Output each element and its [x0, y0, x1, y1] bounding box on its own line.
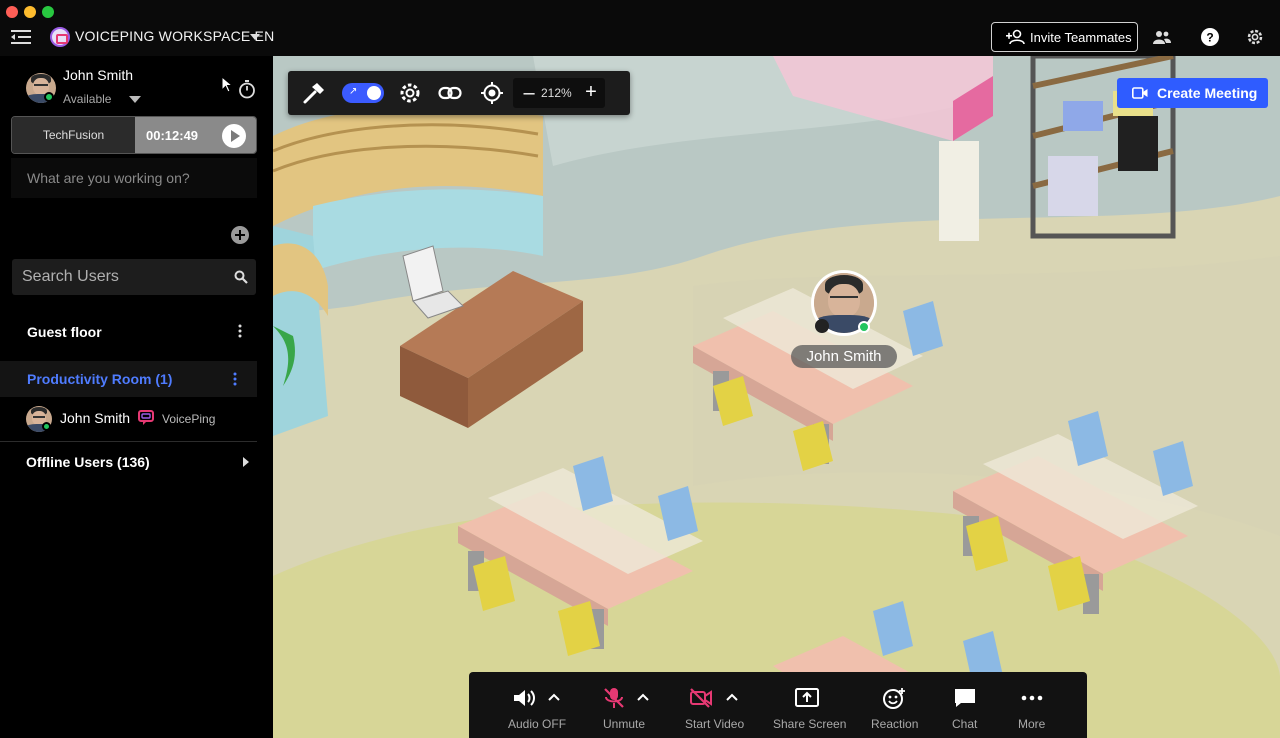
unmute-label: Unmute [603, 717, 646, 731]
time-tracker: TechFusion 00:12:49 [11, 116, 257, 154]
share-screen-icon [795, 688, 819, 707]
more-icon [1021, 695, 1043, 701]
working-on-input[interactable] [11, 158, 257, 198]
svg-text:?: ? [1206, 31, 1213, 45]
reaction-button[interactable]: Reaction [864, 672, 924, 738]
workspace-logo-icon [50, 27, 70, 47]
search-users-box [12, 259, 256, 295]
invite-teammates-label: Invite Teammates [1030, 29, 1132, 45]
offline-chevron-right-icon[interactable] [243, 457, 249, 467]
window-minimize-button[interactable] [24, 6, 36, 18]
chat-icon [955, 689, 975, 707]
user-status[interactable]: Available [63, 92, 111, 106]
workspace-title[interactable]: VOICEPING WORKSPACE EN [75, 28, 274, 44]
emoji-add-icon [883, 688, 905, 709]
top-bar: VOICEPING WORKSPACE EN Invite Teammates … [0, 0, 1280, 56]
zoom-out-button[interactable]: – [521, 82, 537, 105]
invite-teammates-button[interactable]: Invite Teammates [991, 22, 1138, 52]
map-toolbar: ↗ – 212% + [288, 71, 630, 115]
zoom-in-button[interactable]: + [583, 81, 599, 104]
video-camera-icon [1132, 87, 1148, 99]
status-chevron-down-icon[interactable] [129, 96, 141, 103]
office-floor-illustration [273, 56, 1280, 738]
mic-chevron-up-icon[interactable] [637, 693, 649, 701]
productivity-room-label: Productivity Room (1) [27, 371, 173, 387]
start-video-button[interactable]: Start Video [679, 672, 759, 738]
zoom-control: – 212% + [513, 78, 605, 108]
audio-chevron-up-icon[interactable] [548, 693, 560, 701]
settings-icon[interactable] [1245, 27, 1265, 47]
sidebar-divider [0, 441, 257, 442]
sidebar: John Smith Available TechFusion 00:12:49… [0, 56, 273, 738]
search-icon[interactable] [234, 270, 248, 284]
reaction-label: Reaction [871, 717, 919, 731]
timer-elapsed: 00:12:49 [146, 127, 199, 143]
map-user-name: John Smith [791, 345, 897, 368]
menu-icon[interactable] [10, 28, 32, 46]
status-available-icon [44, 92, 54, 102]
people-icon[interactable] [1152, 27, 1172, 47]
search-users-input[interactable] [22, 259, 222, 295]
unmute-button[interactable]: Unmute [594, 672, 664, 738]
mouse-pointer-icon [221, 76, 234, 93]
guest-floor-more-icon[interactable] [238, 324, 242, 338]
room-member-app: VoicePing [162, 412, 216, 426]
share-screen-label: Share Screen [773, 717, 847, 731]
move-icon: ↗ [349, 86, 358, 97]
timer-display: 00:12:49 [135, 117, 256, 153]
create-meeting-label: Create Meeting [1157, 85, 1258, 101]
workspace-chevron-down-icon[interactable] [250, 34, 260, 40]
more-label: More [1018, 717, 1046, 731]
share-screen-button[interactable]: Share Screen [769, 672, 849, 738]
meeting-controls: Audio OFF Unmute Start Video Share Scree… [469, 672, 1087, 738]
window-maximize-button[interactable] [42, 6, 54, 18]
member-status-icon [42, 422, 51, 431]
hammer-icon[interactable] [302, 81, 326, 105]
edit-mode-toggle[interactable]: ↗ [342, 83, 384, 103]
offline-users-label[interactable]: Offline Users (136) [26, 454, 150, 470]
zoom-level: 212% [541, 86, 572, 100]
video-off-icon [690, 688, 712, 708]
chat-button[interactable]: Chat [939, 672, 989, 738]
guest-floor-label[interactable]: Guest floor [27, 324, 102, 340]
room-member-name[interactable]: John Smith [60, 410, 130, 426]
audio-button[interactable]: Audio OFF [499, 672, 569, 738]
play-button[interactable] [222, 124, 246, 148]
stopwatch-icon[interactable] [237, 79, 257, 99]
speaker-icon [514, 690, 535, 706]
chat-label: Chat [952, 717, 978, 731]
user-name: John Smith [63, 67, 134, 83]
settings-icon[interactable] [398, 81, 422, 105]
project-select[interactable]: TechFusion [12, 117, 135, 153]
add-icon[interactable] [231, 226, 249, 244]
audio-label: Audio OFF [508, 717, 567, 731]
video-chevron-up-icon[interactable] [726, 693, 738, 701]
room-more-icon[interactable] [233, 372, 237, 386]
mic-muted-icon [815, 319, 829, 333]
window-close-button[interactable] [6, 6, 18, 18]
locate-icon[interactable] [480, 81, 504, 105]
link-icon[interactable] [438, 81, 462, 105]
add-person-icon [1006, 29, 1025, 45]
productivity-room-row[interactable]: Productivity Room (1) [0, 361, 257, 397]
create-meeting-button[interactable]: Create Meeting [1117, 78, 1268, 108]
more-button[interactable]: More [1009, 672, 1059, 738]
help-icon[interactable]: ? [1200, 27, 1220, 47]
mic-off-icon [604, 688, 624, 708]
voiceping-logo-icon [138, 410, 154, 425]
start-video-label: Start Video [685, 717, 745, 731]
office-map[interactable] [273, 56, 1280, 738]
status-available-icon [858, 321, 870, 333]
